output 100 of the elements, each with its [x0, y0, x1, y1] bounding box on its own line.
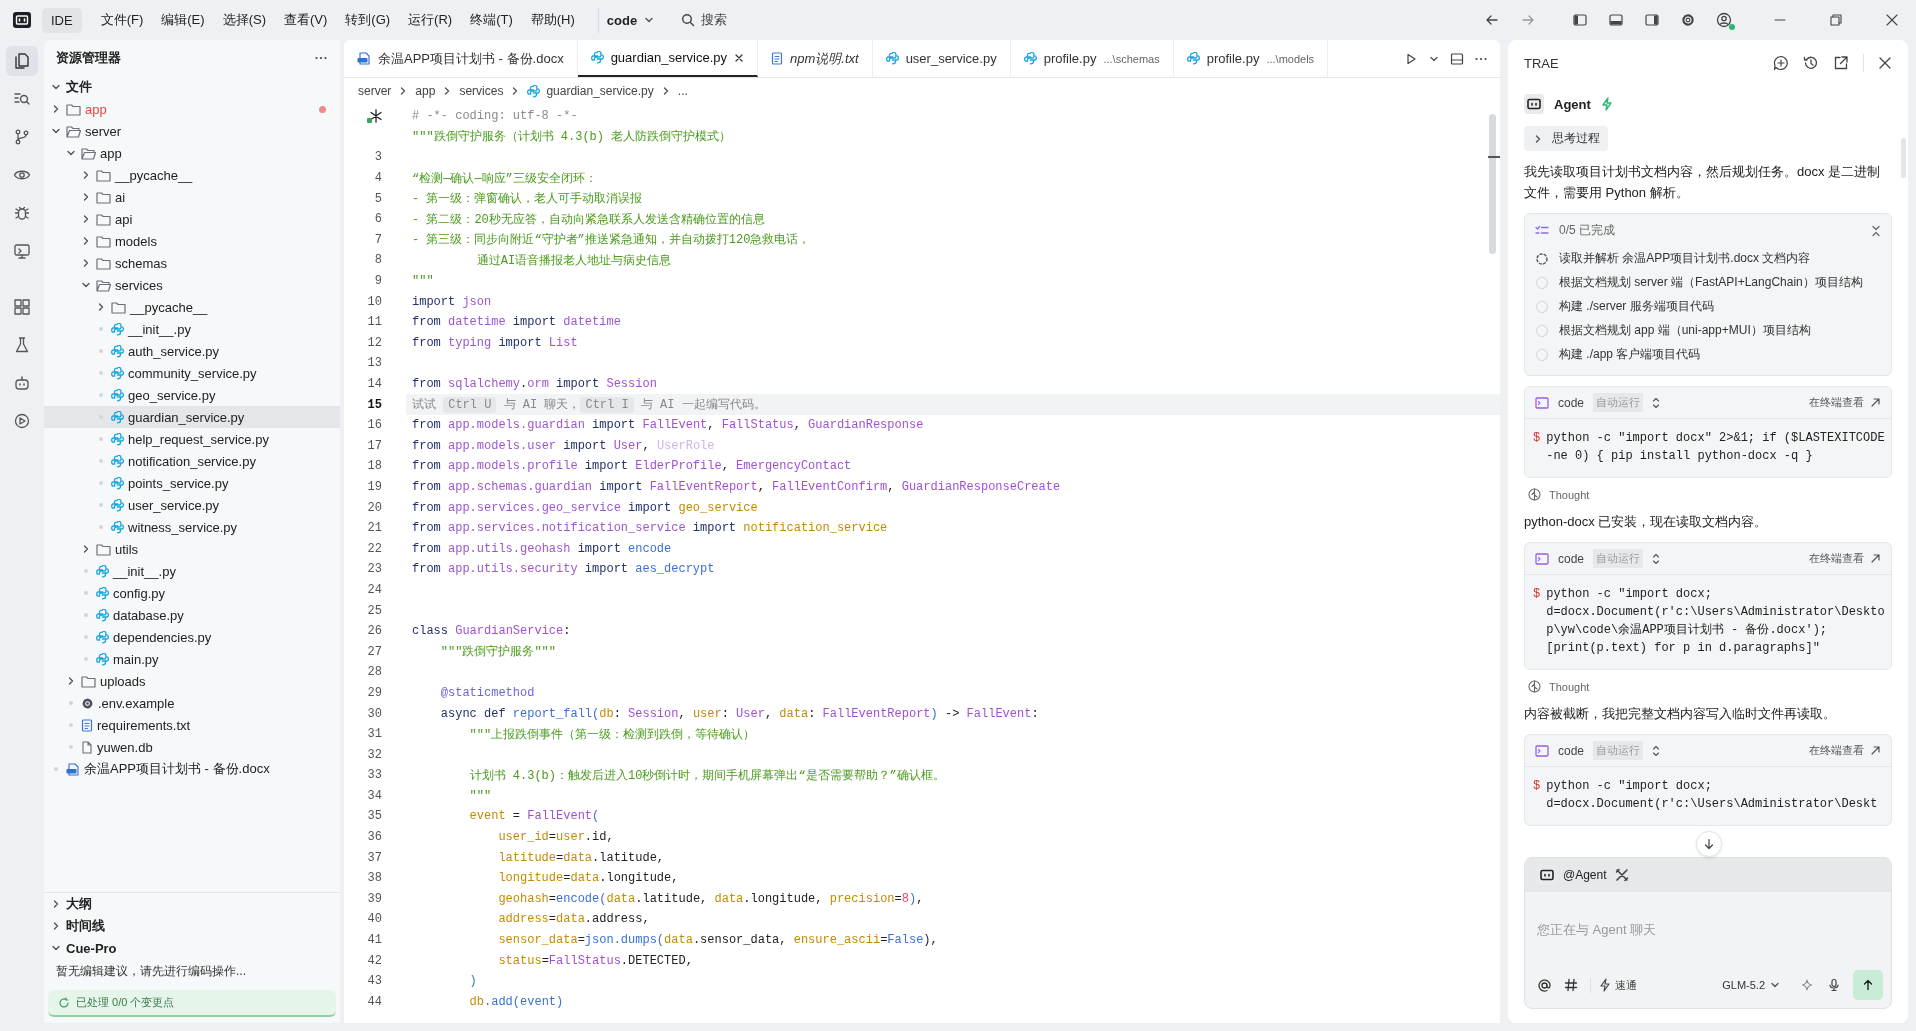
- menu-item[interactable]: 运行(R): [401, 6, 460, 34]
- split-editor-icon[interactable]: [1450, 51, 1464, 66]
- model-dropdown[interactable]: GLM-5.2: [1722, 979, 1781, 991]
- robot-icon[interactable]: [13, 374, 31, 392]
- editor-tab[interactable]: npm说明.txt: [758, 40, 873, 77]
- file-tree-item[interactable]: dependencies.py: [44, 626, 340, 648]
- breadcrumb-item[interactable]: server: [358, 84, 392, 98]
- file-tree-item[interactable]: utils: [44, 538, 340, 560]
- tools-icon[interactable]: [1614, 868, 1629, 882]
- terminal-link[interactable]: 在终端查看: [1809, 395, 1881, 410]
- breadcrumb-item[interactable]: ...: [677, 84, 688, 98]
- hash-icon[interactable]: [1564, 978, 1578, 992]
- breadcrumb-item[interactable]: guardian_service.py: [546, 84, 654, 98]
- file-tree-item[interactable]: app: [44, 98, 340, 120]
- terminal-link[interactable]: 在终端查看: [1809, 743, 1881, 758]
- right-sidebar-icon[interactable]: [1644, 12, 1660, 28]
- file-tree-item[interactable]: 余温APP项目计划书 - 备份.docx: [44, 758, 340, 780]
- collapse-icon[interactable]: [1871, 224, 1881, 237]
- breadcrumb-item[interactable]: app: [415, 84, 436, 98]
- search-field[interactable]: 搜索: [673, 6, 736, 34]
- left-sidebar-icon[interactable]: [1572, 12, 1588, 28]
- monitor-icon[interactable]: [13, 242, 31, 260]
- file-tree-item[interactable]: user_service.py: [44, 494, 340, 516]
- scroll-down-button[interactable]: [1696, 831, 1722, 857]
- file-tree-item[interactable]: services: [44, 274, 340, 296]
- menu-item[interactable]: 转到(G): [338, 6, 398, 34]
- editor-tab[interactable]: 余温APP项目计划书 - 备份.docx: [344, 40, 578, 77]
- chat-input-box[interactable]: @Agent 您正在与 Agent 聊天 速通 GLM-5.2: [1524, 857, 1892, 1009]
- file-tree-item[interactable]: app: [44, 142, 340, 164]
- file-tree-item[interactable]: guardian_service.py: [44, 406, 340, 428]
- file-tree-item[interactable]: notification_service.py: [44, 450, 340, 472]
- panel-header[interactable]: Cue-Pro: [44, 937, 340, 959]
- close-icon[interactable]: [1878, 56, 1892, 70]
- menu-item[interactable]: 帮助(H): [523, 6, 582, 34]
- send-button[interactable]: [1853, 970, 1883, 1000]
- file-tree-item[interactable]: points_service.py: [44, 472, 340, 494]
- new-chat-icon[interactable]: [1773, 55, 1789, 71]
- workspace-dropdown[interactable]: code: [597, 7, 664, 33]
- code-line: from app.schemas.guardian import FallEventReport, FallEventConfirm, GuardianResponseCreate: [411, 479, 1062, 496]
- thinking-toggle[interactable]: 思考过程: [1524, 126, 1608, 151]
- speed-mode-button[interactable]: 速通: [1590, 977, 1637, 993]
- compass-icon[interactable]: [13, 412, 31, 430]
- settings-icon[interactable]: [1680, 12, 1696, 28]
- sort-caret-icon[interactable]: [1652, 396, 1661, 409]
- file-tree-item[interactable]: help_request_service.py: [44, 428, 340, 450]
- panel-header[interactable]: 大纲: [44, 893, 340, 915]
- file-tree-item[interactable]: community_service.py: [44, 362, 340, 384]
- file-tree-item[interactable]: geo_service.py: [44, 384, 340, 406]
- file-tree-item[interactable]: __pycache__: [44, 296, 340, 318]
- panel-header[interactable]: 时间线: [44, 915, 340, 937]
- file-tree-item[interactable]: api: [44, 208, 340, 230]
- file-tree-item[interactable]: database.py: [44, 604, 340, 626]
- menu-item[interactable]: 选择(S): [215, 6, 273, 34]
- menu-item[interactable]: 终端(T): [463, 6, 520, 34]
- editor-tab[interactable]: user_service.py: [872, 40, 1011, 77]
- file-tree-item[interactable]: yuwen.db: [44, 736, 340, 758]
- menu-item[interactable]: 文件(F): [93, 6, 151, 34]
- agent-mention-chip[interactable]: @Agent: [1537, 865, 1607, 885]
- run-icon[interactable]: [1404, 51, 1418, 66]
- file-tree-item[interactable]: main.py: [44, 648, 340, 670]
- history-icon[interactable]: [1803, 55, 1819, 71]
- file-tree-item[interactable]: __init__.py: [44, 318, 340, 340]
- file-tree-item[interactable]: __init__.py: [44, 560, 340, 582]
- scrollbar[interactable]: [1901, 138, 1906, 178]
- close-icon[interactable]: [734, 52, 744, 63]
- scrollbar[interactable]: [1489, 114, 1496, 254]
- editor-tab[interactable]: profile.py ...\models: [1173, 40, 1329, 77]
- section-header[interactable]: 文件: [44, 76, 340, 98]
- file-tree-item[interactable]: __pycache__: [44, 164, 340, 186]
- file-tree-item[interactable]: .env.example: [44, 692, 340, 714]
- restore-icon[interactable]: [1828, 12, 1844, 28]
- sparkle-icon[interactable]: [1801, 978, 1815, 992]
- terminal-link[interactable]: 在终端查看: [1809, 551, 1881, 566]
- sort-caret-icon[interactable]: [1652, 552, 1661, 565]
- flask-icon[interactable]: [13, 336, 31, 354]
- branch-icon[interactable]: [13, 128, 31, 146]
- close-icon[interactable]: [1884, 12, 1900, 28]
- file-tree-item[interactable]: requirements.txt: [44, 714, 340, 736]
- breadcrumb-item[interactable]: services: [459, 84, 504, 98]
- file-tree-item[interactable]: witness_service.py: [44, 516, 340, 538]
- files-icon[interactable]: [13, 52, 31, 70]
- file-tree-item[interactable]: models: [44, 230, 340, 252]
- file-tree-item[interactable]: auth_service.py: [44, 340, 340, 362]
- avatar-icon[interactable]: [1716, 12, 1732, 28]
- file-tree-item[interactable]: server: [44, 120, 340, 142]
- at-icon[interactable]: [1537, 977, 1552, 993]
- editor-tab[interactable]: profile.py ...\schemas: [1010, 40, 1174, 77]
- pop-out-icon[interactable]: [1833, 55, 1849, 71]
- bug-icon[interactable]: [13, 204, 31, 222]
- file-tree-item[interactable]: ai: [44, 186, 340, 208]
- menu-item[interactable]: 查看(V): [276, 6, 335, 34]
- microphone-icon[interactable]: [1827, 978, 1841, 992]
- sort-caret-icon[interactable]: [1652, 744, 1661, 757]
- file-tree-item[interactable]: config.py: [44, 582, 340, 604]
- bottom-panel-icon[interactable]: [1608, 12, 1624, 28]
- extensions-icon[interactable]: [13, 298, 31, 316]
- menu-item[interactable]: 编辑(E): [154, 6, 212, 34]
- file-tree-item[interactable]: uploads: [44, 670, 340, 692]
- file-tree-item[interactable]: schemas: [44, 252, 340, 274]
- editor-tab[interactable]: guardian_service.py: [577, 40, 758, 77]
